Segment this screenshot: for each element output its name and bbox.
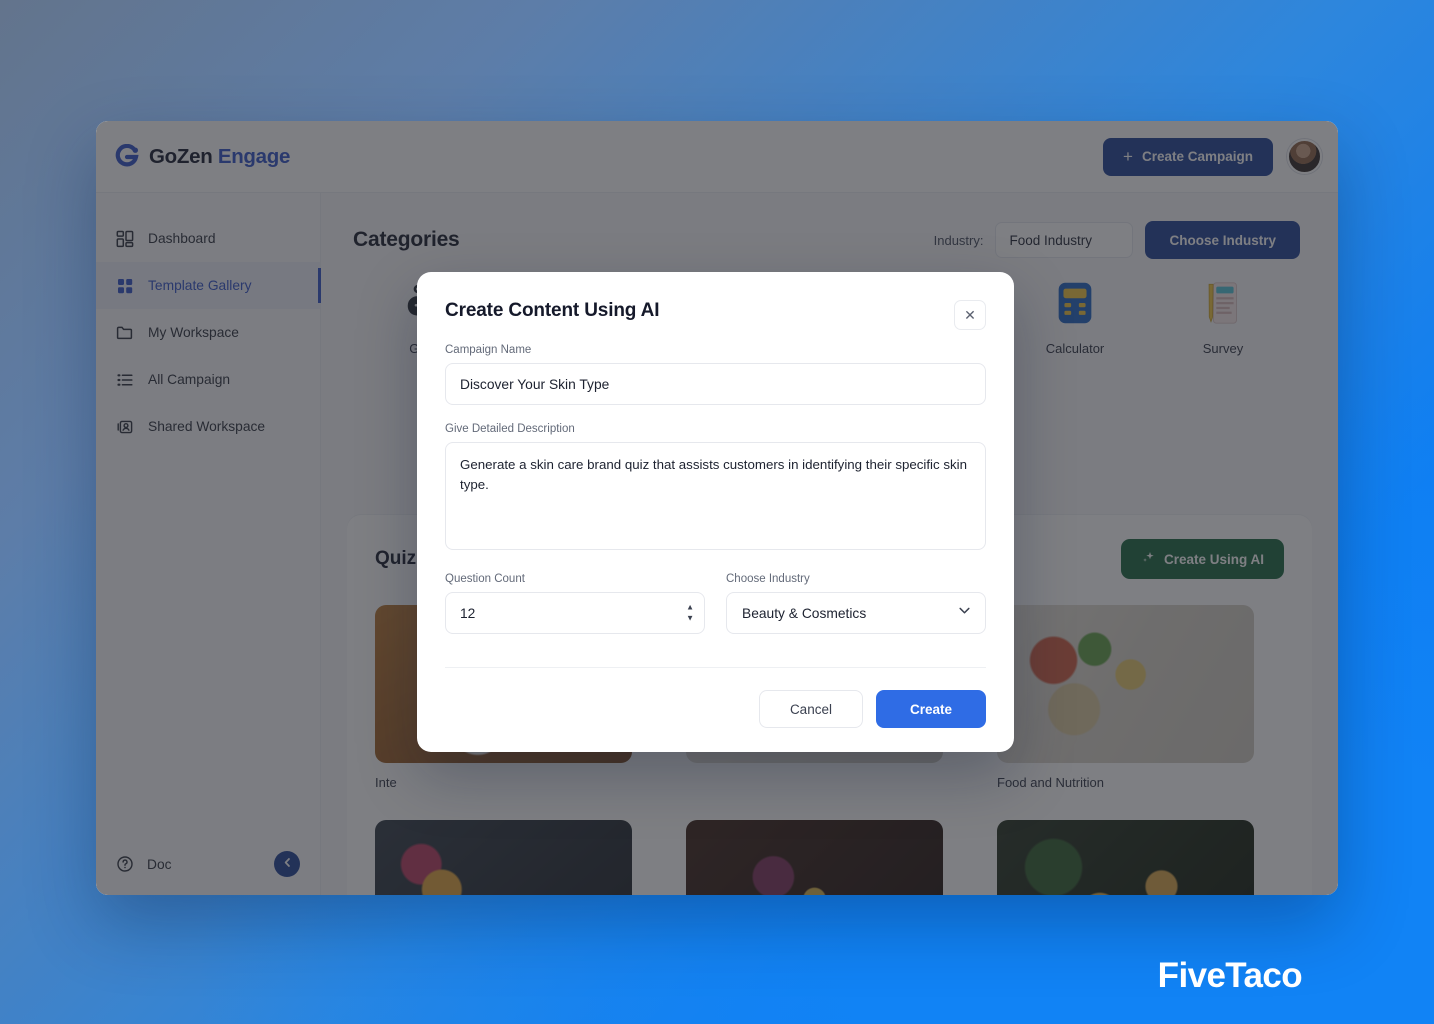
create-content-modal: Create Content Using AI ✕ Campaign Name … (417, 272, 1014, 752)
campaign-name-input[interactable] (445, 363, 986, 405)
industry-select-field (726, 592, 986, 634)
cancel-button[interactable]: Cancel (758, 690, 863, 728)
fivetaco-watermark: FiveTaco (1157, 956, 1303, 995)
create-button[interactable]: Create (875, 690, 986, 728)
description-label: Give Detailed Description (445, 423, 575, 435)
question-count-field: ▲ ▼ (445, 592, 705, 634)
modal-header: Create Content Using AI ✕ (417, 272, 1014, 330)
industry-select-group: Choose Industry (726, 573, 986, 634)
choose-industry-label: Choose Industry (726, 573, 810, 585)
modal-title: Create Content Using AI (445, 300, 660, 321)
description-textarea[interactable] (445, 442, 986, 550)
close-icon[interactable]: ✕ (954, 300, 986, 330)
modal-footer: Cancel Create (445, 667, 986, 752)
modal-field-row: Question Count ▲ ▼ Choose Industry (445, 573, 986, 634)
caret-down-icon[interactable]: ▼ (686, 614, 694, 622)
caret-up-icon[interactable]: ▲ (686, 603, 694, 611)
quantity-stepper[interactable]: ▲ ▼ (686, 603, 694, 622)
modal-body: Campaign Name Give Detailed Description … (417, 330, 1014, 647)
campaign-name-label: Campaign Name (445, 344, 532, 356)
question-count-group: Question Count ▲ ▼ (445, 573, 705, 634)
question-count-input[interactable] (445, 592, 705, 634)
question-count-label: Question Count (445, 573, 525, 585)
industry-select-input[interactable] (726, 592, 986, 634)
